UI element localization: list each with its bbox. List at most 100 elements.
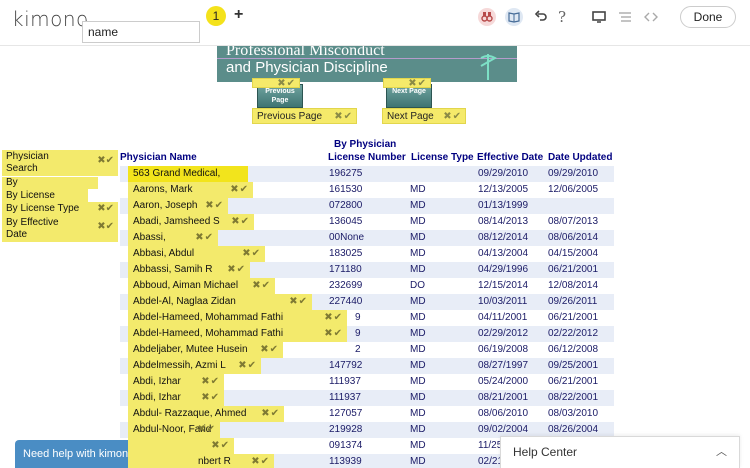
done-button[interactable]: Done xyxy=(680,6,736,28)
accept-reject-icon[interactable]: ✖✔ xyxy=(443,109,462,124)
physician-name-tag[interactable]: Aarons, Mark ✖✔ xyxy=(128,182,253,198)
prev-overlay-tag[interactable]: ✖✔ xyxy=(252,78,300,89)
sidebar-label: By License xyxy=(6,190,55,201)
list-icon[interactable] xyxy=(616,8,634,26)
property-count-badge[interactable]: 1 xyxy=(206,6,226,26)
license-number-cell: 171180 xyxy=(329,264,362,275)
accept-reject-icon[interactable]: ✖✔ xyxy=(97,203,114,215)
physician-name-tag[interactable]: ✖✔ xyxy=(128,438,234,454)
physician-name-tag[interactable]: Abdi, Izhar ✖✔ xyxy=(128,390,224,406)
sidebar-by[interactable]: By xyxy=(2,177,98,189)
physician-name-cell: Abboud, Aiman Michael xyxy=(133,280,239,291)
undo-icon[interactable] xyxy=(532,8,550,26)
accept-reject-icon[interactable]: ✖✔ xyxy=(261,406,280,422)
accept-reject-icon[interactable]: ✖✔ xyxy=(260,342,279,358)
previous-page-tag[interactable]: Previous Page ✖✔ xyxy=(252,108,357,124)
effective-date-cell: 04/29/1996 xyxy=(478,264,529,275)
physician-name-tag[interactable]: Aaron, Joseph ✖✔ xyxy=(128,198,228,214)
binoculars-icon[interactable] xyxy=(478,8,496,26)
date-updated-cell: 12/08/2014 xyxy=(548,280,599,291)
physician-name-tag[interactable]: Abdul- Razzaque, Ahmed ✖✔ xyxy=(128,406,284,422)
accept-reject-icon[interactable]: ✖✔ xyxy=(277,79,296,89)
accept-reject-icon[interactable]: ✖✔ xyxy=(201,390,220,406)
physician-name-tag[interactable]: Abadi, Jamsheed S ✖✔ xyxy=(128,214,254,230)
effective-date-cell: 09/29/2010 xyxy=(478,168,529,179)
accept-reject-icon[interactable]: ✖✔ xyxy=(97,221,114,233)
next-page-tag[interactable]: Next Page ✖✔ xyxy=(382,108,466,124)
physician-name-tag[interactable]: Abdi, Izhar ✖✔ xyxy=(128,374,224,390)
monitor-icon[interactable] xyxy=(590,8,608,26)
effective-date-cell: 12/13/2005 xyxy=(478,184,529,195)
accept-reject-icon[interactable]: ✖✔ xyxy=(252,278,271,294)
help-center-widget[interactable]: Help Center ︿ xyxy=(500,436,740,468)
license-number-cell: 00None xyxy=(329,232,365,243)
property-name-input[interactable] xyxy=(82,21,200,43)
accept-reject-icon[interactable]: ✖✔ xyxy=(201,374,220,390)
accept-reject-icon[interactable]: ✖✔ xyxy=(238,358,257,374)
accept-reject-icon[interactable]: ✖✔ xyxy=(289,294,308,310)
physician-name-tag[interactable]: 563 Grand Medical, xyxy=(128,166,248,182)
accept-reject-icon[interactable]: ✖✔ xyxy=(227,262,246,278)
accept-reject-icon[interactable]: ✖✔ xyxy=(242,246,261,262)
physician-name-tag[interactable]: Abdelmessih, Azmi L ✖✔ xyxy=(128,358,261,374)
accept-reject-icon[interactable]: ✖✔ xyxy=(195,230,214,246)
accept-reject-icon[interactable]: ✖✔ xyxy=(205,198,224,214)
next-overlay-tag[interactable]: ✖✔ xyxy=(383,78,431,89)
sidebar-by-license[interactable]: By License xyxy=(2,189,88,203)
chevron-up-icon[interactable]: ︿ xyxy=(716,437,727,467)
physician-name-tag[interactable]: Abbasi, Abdul ✖✔ xyxy=(128,246,265,262)
license-number-cell: 091374 xyxy=(329,440,363,451)
book-icon[interactable] xyxy=(505,8,523,26)
license-number-cell: 227440 xyxy=(329,296,363,307)
code-icon[interactable] xyxy=(642,8,660,26)
physician-name-tag[interactable]: nbert R ✖✔ xyxy=(128,454,274,468)
help-icon[interactable]: ? xyxy=(553,8,571,26)
accept-reject-icon[interactable]: ✖✔ xyxy=(324,310,343,326)
header-license-number: License Number xyxy=(328,152,406,163)
date-updated-cell: 06/12/2008 xyxy=(548,344,599,355)
physician-name-tag[interactable]: Abbassi, Samih R ✖✔ xyxy=(128,262,250,278)
license-number-cell: 136045 xyxy=(329,216,363,227)
license-type-cell: MD xyxy=(410,200,426,211)
table-caption: By Physician xyxy=(334,139,397,150)
effective-date-cell: 11/25 xyxy=(478,440,503,451)
license-type-cell: MD xyxy=(410,408,426,419)
accept-reject-icon[interactable]: ✖✔ xyxy=(197,422,216,438)
physician-name-tag[interactable]: Abdul-Noor, Farid ✖✔ xyxy=(128,422,220,438)
physician-name-tag[interactable]: Abboud, Aiman Michael ✖✔ xyxy=(128,278,275,294)
sidebar-label: By License Type xyxy=(6,203,80,214)
accept-reject-icon[interactable]: ✖✔ xyxy=(324,326,343,342)
sidebar-by-effective-date[interactable]: By Effective Date ✖✔ xyxy=(2,216,118,242)
physician-name-tag[interactable]: Abdel-Hameed, Mohammad Fathi ✖✔ xyxy=(128,326,347,342)
physician-name-cell: Aaron, Joseph xyxy=(133,200,198,211)
physician-name-tag[interactable]: Abdeljaber, Mutee Husein ✖✔ xyxy=(128,342,283,358)
license-number-cell: 232699 xyxy=(329,280,363,291)
license-type-cell: MD xyxy=(410,424,426,435)
accept-reject-icon[interactable]: ✖✔ xyxy=(230,182,249,198)
accept-reject-icon[interactable]: ✖✔ xyxy=(231,214,250,230)
license-number-cell: 219928 xyxy=(329,424,363,435)
effective-date-cell: 01/13/1999 xyxy=(478,200,529,211)
accept-reject-icon[interactable]: ✖✔ xyxy=(97,155,114,167)
page-banner: Professional Misconduct and Physician Di… xyxy=(217,46,517,82)
license-number-cell: 111937 xyxy=(329,376,361,387)
sidebar-physician-search[interactable]: Physician Search ✖✔ xyxy=(2,150,118,176)
accept-reject-icon[interactable]: ✖✔ xyxy=(408,79,427,89)
add-property-button[interactable]: + xyxy=(234,5,243,25)
date-updated-cell: 06/21/2001 xyxy=(548,312,599,323)
accept-reject-icon[interactable]: ✖✔ xyxy=(251,454,270,468)
accept-reject-icon[interactable]: ✖✔ xyxy=(334,109,353,124)
physician-name-tag[interactable]: Abdel-Hameed, Mohammad Fathi ✖✔ xyxy=(128,310,347,326)
physician-name-tag[interactable]: Abdel-Al, Naglaa Zidan ✖✔ xyxy=(128,294,312,310)
accept-reject-icon[interactable]: ✖✔ xyxy=(211,438,230,454)
license-type-cell: MD xyxy=(410,456,426,467)
date-updated-cell: 06/21/2001 xyxy=(548,376,599,387)
license-type-cell: MD xyxy=(410,248,426,259)
sidebar-by-license-type[interactable]: By License Type ✖✔ xyxy=(2,202,118,216)
physician-name-tag[interactable]: Abassi, ✖✔ xyxy=(128,230,218,246)
physician-name-cell: Abdi, Izhar xyxy=(133,392,181,403)
physician-name-cell: Abadi, Jamsheed S xyxy=(133,216,220,227)
license-type-cell: MD xyxy=(410,232,426,243)
effective-date-cell: 08/12/2014 xyxy=(478,232,529,243)
license-number-cell: 183025 xyxy=(329,248,363,259)
